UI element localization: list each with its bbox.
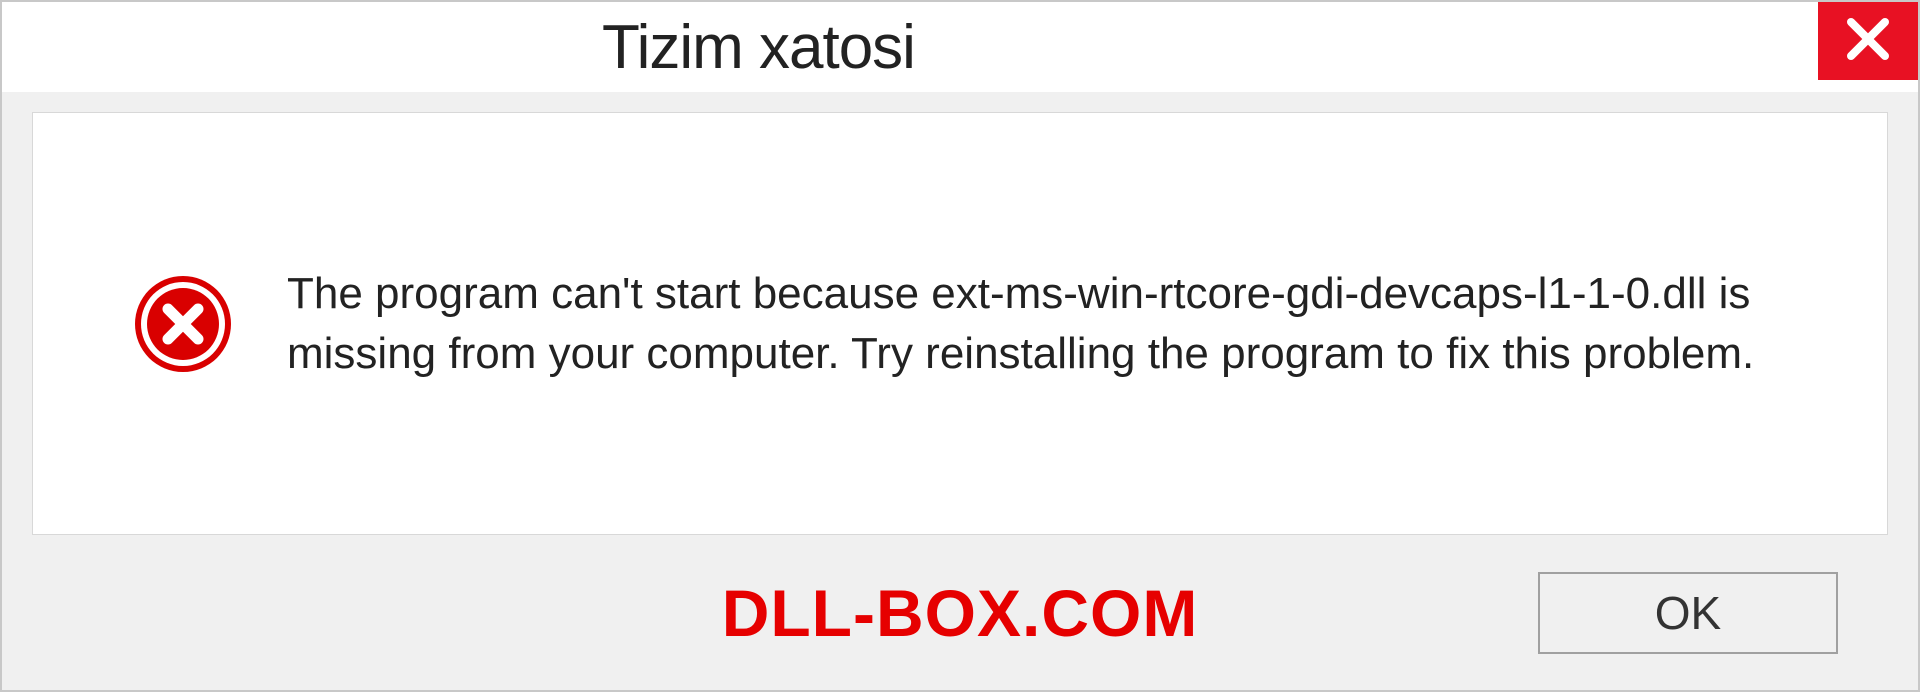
dialog-footer: DLL-BOX.COM OK <box>32 535 1888 690</box>
close-button[interactable] <box>1818 2 1918 80</box>
message-panel: The program can't start because ext-ms-w… <box>32 112 1888 535</box>
titlebar: Tizim xatosi <box>2 2 1918 92</box>
dialog-title: Tizim xatosi <box>602 12 915 83</box>
error-icon <box>133 274 233 374</box>
content-area: The program can't start because ext-ms-w… <box>2 92 1918 690</box>
close-icon <box>1845 16 1891 67</box>
error-message: The program can't start because ext-ms-w… <box>287 264 1827 383</box>
ok-button[interactable]: OK <box>1538 572 1838 654</box>
watermark-text: DLL-BOX.COM <box>722 575 1199 651</box>
error-dialog: Tizim xatosi The program can't <box>0 0 1920 692</box>
